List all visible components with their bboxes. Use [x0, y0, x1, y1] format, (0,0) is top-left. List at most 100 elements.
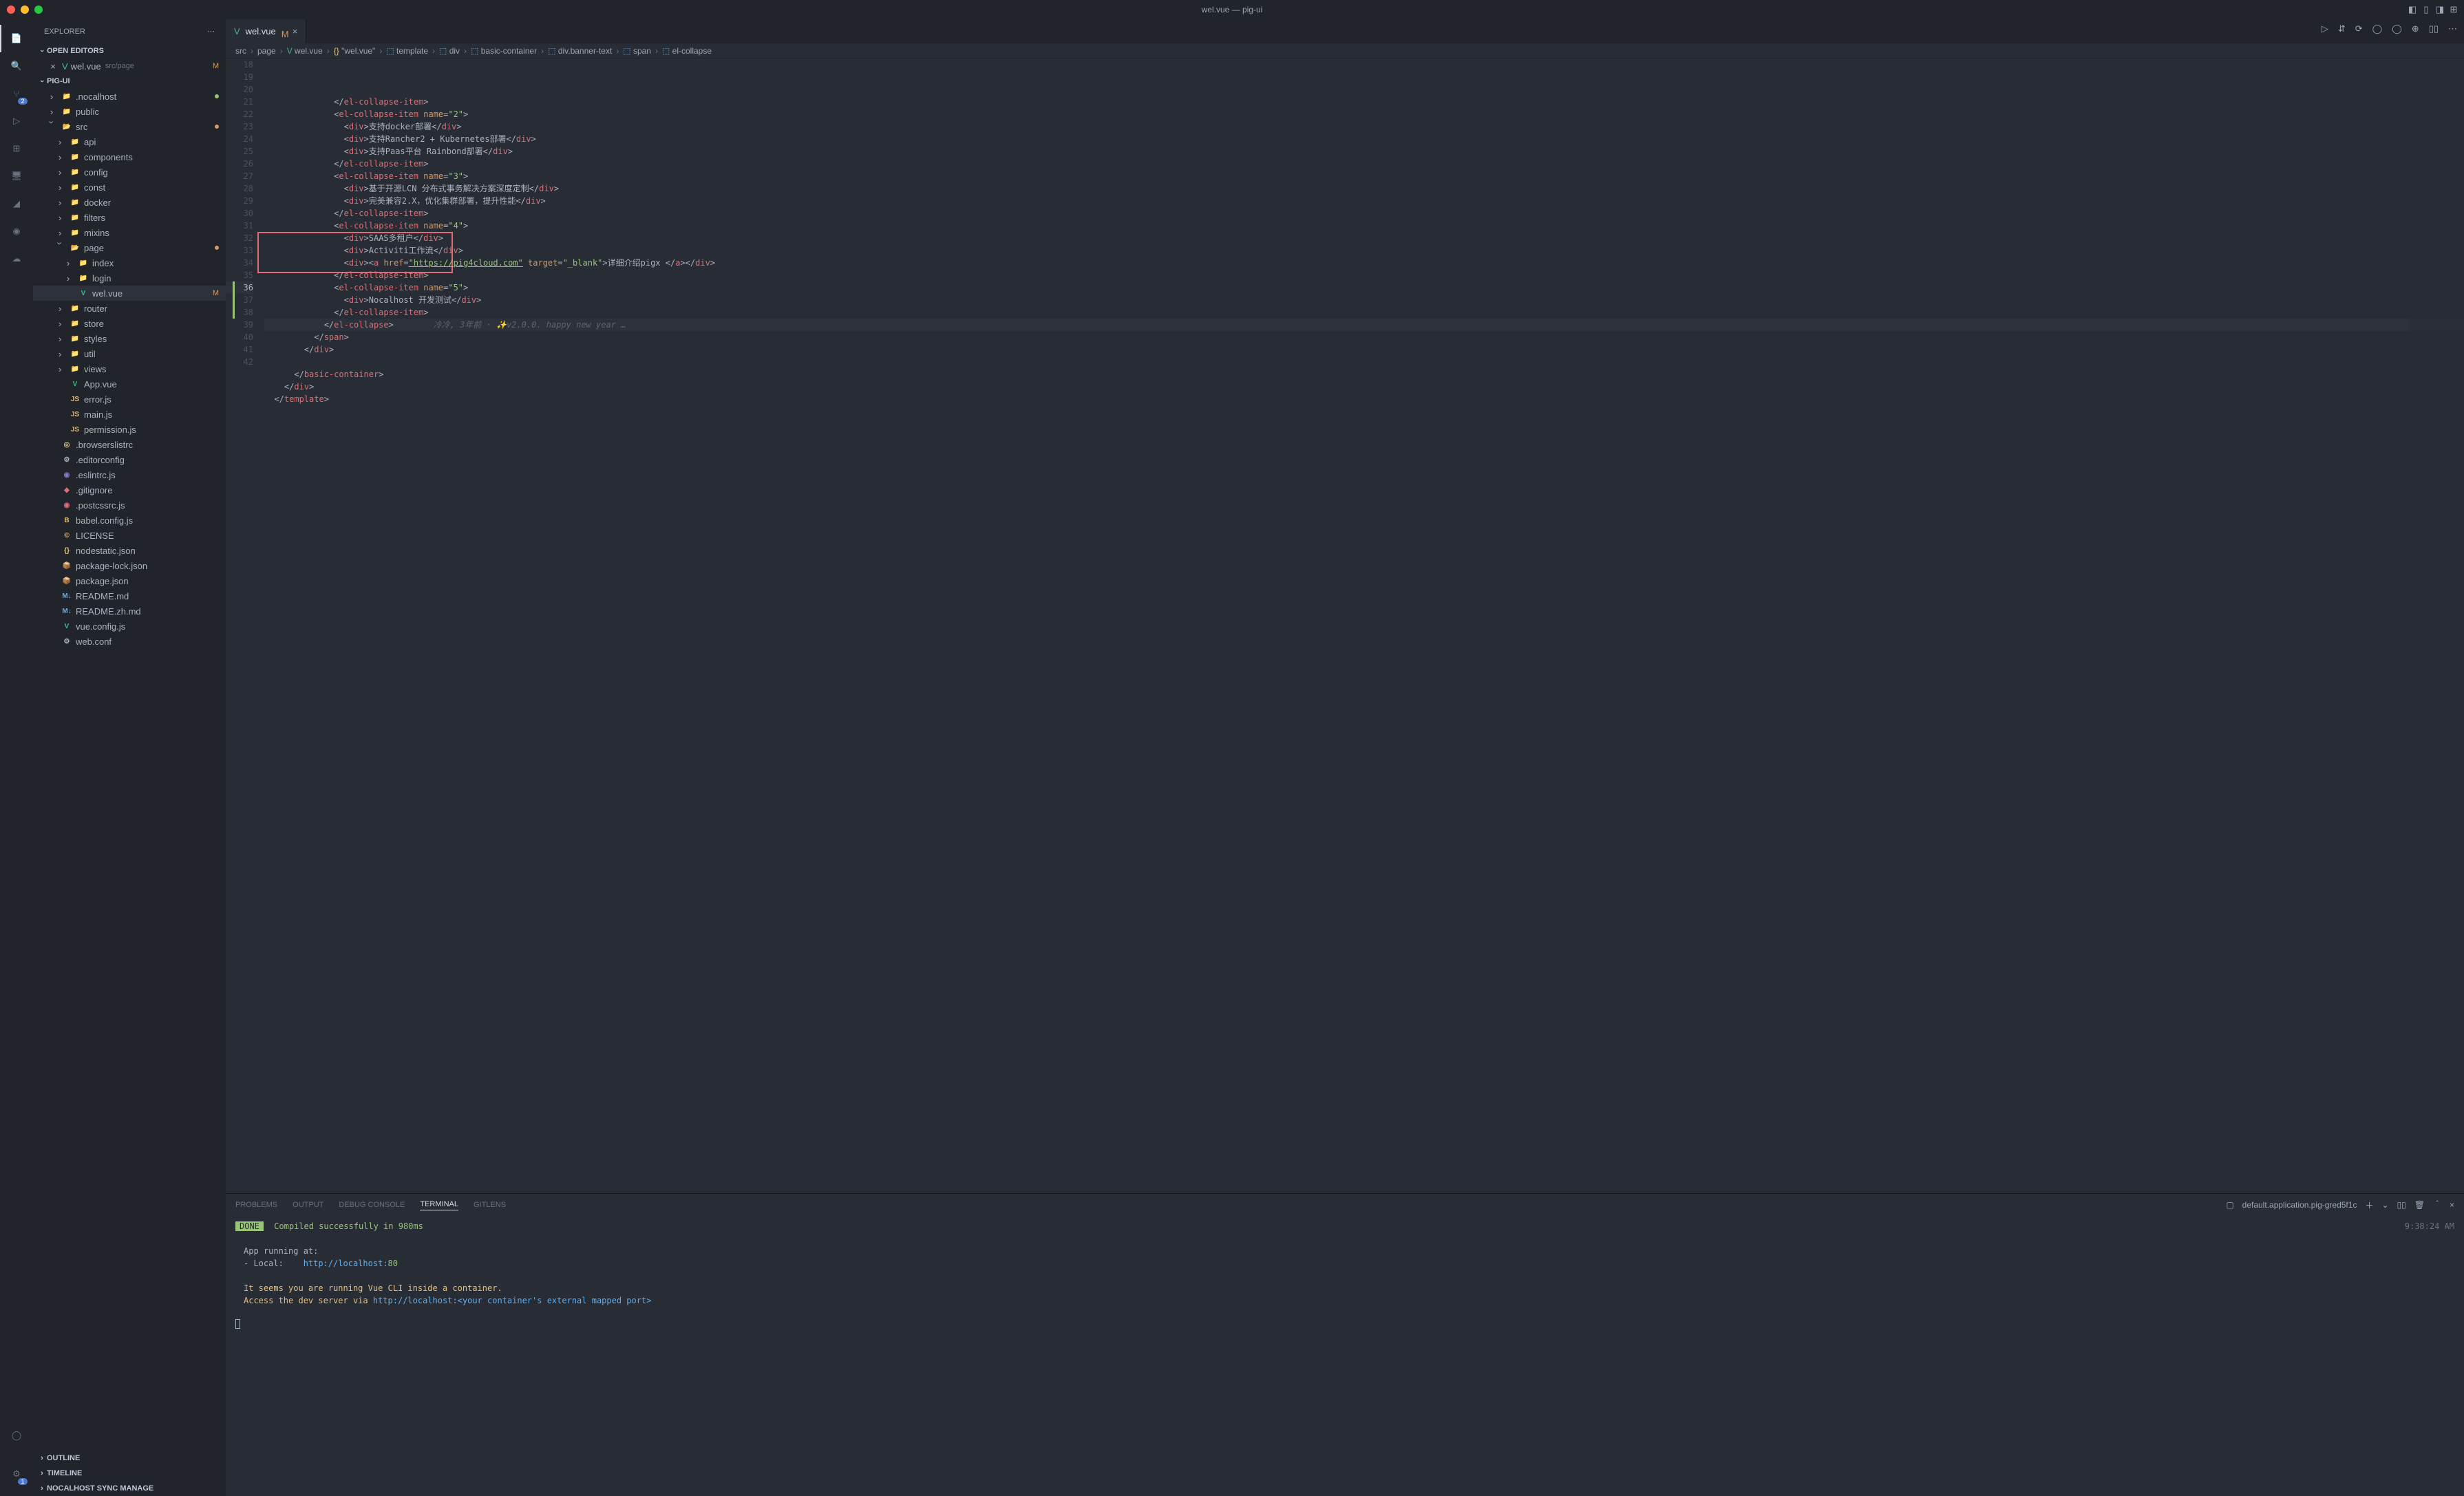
- tree-item[interactable]: JSerror.js: [33, 392, 226, 407]
- close-icon[interactable]: ×: [47, 61, 59, 72]
- minimize-window-button[interactable]: [21, 6, 29, 14]
- panel-bottom-icon[interactable]: ▯: [2421, 5, 2431, 14]
- tree-item[interactable]: ©LICENSE: [33, 528, 226, 543]
- close-panel-icon[interactable]: ×: [2450, 1200, 2454, 1210]
- extensions-icon[interactable]: ⊞: [0, 135, 33, 162]
- open-changes-icon[interactable]: ◯: [2392, 23, 2402, 34]
- panel-tab-terminal[interactable]: TERMINAL: [420, 1200, 458, 1210]
- breadcrumb-item[interactable]: page: [257, 46, 276, 56]
- breadcrumb-item[interactable]: ⬚ span: [623, 46, 651, 56]
- tree-item[interactable]: ›📁config: [33, 164, 226, 180]
- tree-item[interactable]: ›📁views: [33, 361, 226, 376]
- code-editor[interactable]: 1819202122232425262728293031323334353637…: [226, 58, 2464, 1193]
- tree-item[interactable]: ›📂src: [33, 119, 226, 134]
- split-down-icon[interactable]: ⇵: [2338, 23, 2346, 34]
- minimap[interactable]: [2409, 58, 2464, 1193]
- tree-item[interactable]: ›📁filters: [33, 210, 226, 225]
- tree-item[interactable]: ›📁const: [33, 180, 226, 195]
- toggle-icon[interactable]: ⊕: [2412, 23, 2419, 34]
- terminal-content[interactable]: DONE Compiled successfully in 980ms 9:38…: [226, 1216, 2464, 1496]
- outline-section[interactable]: OUTLINE: [33, 1451, 226, 1466]
- project-section[interactable]: PIG-UI: [33, 74, 226, 89]
- tree-item[interactable]: M↓README.zh.md: [33, 603, 226, 619]
- tab-wel-vue[interactable]: V wel.vue M ×: [226, 19, 306, 43]
- cloud-icon[interactable]: ☁: [0, 245, 33, 273]
- breadcrumb-item[interactable]: {} "wel.vue": [334, 46, 376, 56]
- tree-item[interactable]: Vwel.vueM: [33, 286, 226, 301]
- layout-icon[interactable]: ⊞: [2449, 5, 2458, 14]
- settings-gear-icon[interactable]: ⚙1: [0, 1460, 33, 1488]
- panel-tab-gitlens[interactable]: GITLENS: [474, 1201, 506, 1209]
- breadcrumb-item[interactable]: ⬚ div.banner-text: [548, 46, 612, 56]
- tree-item[interactable]: ›📁styles: [33, 331, 226, 346]
- breadcrumbs[interactable]: src›page›V wel.vue›{} "wel.vue"›⬚ templa…: [226, 43, 2464, 58]
- tree-item[interactable]: ›📁store: [33, 316, 226, 331]
- accounts-icon[interactable]: ◯: [0, 1422, 33, 1449]
- breadcrumb-item[interactable]: ⬚ div: [439, 46, 460, 56]
- tree-item[interactable]: ›📁index: [33, 255, 226, 270]
- tree-item[interactable]: ›📁.nocalhost: [33, 89, 226, 104]
- split-terminal-icon[interactable]: ▯▯: [2397, 1200, 2406, 1210]
- breadcrumb-item[interactable]: src: [235, 46, 246, 56]
- maximize-window-button[interactable]: [34, 6, 43, 14]
- breadcrumb-item[interactable]: V wel.vue: [287, 46, 323, 56]
- tree-item[interactable]: ›📁components: [33, 149, 226, 164]
- open-editors-section[interactable]: OPEN EDITORS: [33, 43, 226, 58]
- split-editor-icon[interactable]: ▯▯: [2429, 23, 2439, 34]
- tree-item[interactable]: ›📁docker: [33, 195, 226, 210]
- tree-item[interactable]: ⚙.editorconfig: [33, 452, 226, 467]
- tree-item[interactable]: ›📁mixins: [33, 225, 226, 240]
- tree-item[interactable]: ›📁util: [33, 346, 226, 361]
- open-editor-item[interactable]: ×Vwel.vuesrc/pageM: [33, 58, 226, 74]
- tree-item[interactable]: JSpermission.js: [33, 422, 226, 437]
- tree-item[interactable]: JSmain.js: [33, 407, 226, 422]
- nocalhost-sync-section[interactable]: NOCALHOST SYNC MANAGE: [33, 1481, 226, 1496]
- tree-item[interactable]: ◉.eslintrc.js: [33, 467, 226, 482]
- tree-item[interactable]: ◎.browserslistrc: [33, 437, 226, 452]
- source-control-icon[interactable]: ⑂2: [0, 80, 33, 107]
- docker-icon[interactable]: ◢: [0, 190, 33, 217]
- tree-item[interactable]: ⚙web.conf: [33, 634, 226, 649]
- panel-tab-problems[interactable]: PROBLEMS: [235, 1201, 277, 1209]
- explorer-more-icon[interactable]: ⋯: [207, 27, 215, 36]
- breadcrumb-item[interactable]: ⬚ template: [386, 46, 428, 56]
- local-url[interactable]: http://localhost:: [304, 1259, 388, 1268]
- panel-right-icon[interactable]: ◨: [2435, 5, 2445, 14]
- breadcrumb-item[interactable]: ⬚ basic-container: [471, 46, 537, 56]
- diff-icon[interactable]: ◯: [2372, 23, 2383, 34]
- kill-terminal-icon[interactable]: 🗑: [2414, 1200, 2425, 1210]
- breadcrumb-item[interactable]: ⬚ el-collapse: [662, 46, 712, 56]
- tree-item[interactable]: ›📂page: [33, 240, 226, 255]
- tab-close-icon[interactable]: ×: [293, 26, 298, 36]
- maximize-panel-icon[interactable]: ＾: [2433, 1199, 2441, 1211]
- search-icon[interactable]: 🔍: [0, 52, 33, 80]
- nocalhost-icon[interactable]: ◉: [0, 217, 33, 245]
- terminal-dropdown-icon[interactable]: ⌄: [2381, 1200, 2388, 1210]
- tree-item[interactable]: VApp.vue: [33, 376, 226, 392]
- tree-item[interactable]: 📦package.json: [33, 573, 226, 588]
- panel-tab-debug-console[interactable]: DEBUG CONSOLE: [339, 1201, 405, 1209]
- new-terminal-icon[interactable]: ＋: [2365, 1199, 2373, 1211]
- more-actions-icon[interactable]: ⋯: [2448, 23, 2457, 34]
- explorer-icon[interactable]: 📄: [0, 25, 33, 52]
- tree-item[interactable]: Bbabel.config.js: [33, 513, 226, 528]
- timeline-section[interactable]: TIMELINE: [33, 1466, 226, 1481]
- remote-explorer-icon[interactable]: 🖥: [0, 162, 33, 190]
- tree-item[interactable]: {}nodestatic.json: [33, 543, 226, 558]
- tree-item[interactable]: Vvue.config.js: [33, 619, 226, 634]
- panel-left-icon[interactable]: ◧: [2408, 5, 2417, 14]
- tree-item[interactable]: M↓README.md: [33, 588, 226, 603]
- run-debug-icon[interactable]: ▷: [0, 107, 33, 135]
- tree-item[interactable]: ◆.gitignore: [33, 482, 226, 498]
- terminal-selector[interactable]: default.application.pig-gred5f1c: [2242, 1200, 2357, 1210]
- close-window-button[interactable]: [7, 6, 15, 14]
- tree-item[interactable]: ◉.postcssrc.js: [33, 498, 226, 513]
- panel-tab-output[interactable]: OUTPUT: [293, 1201, 323, 1209]
- tree-item[interactable]: ›📁router: [33, 301, 226, 316]
- run-icon[interactable]: ▷: [2322, 23, 2328, 34]
- compare-icon[interactable]: ⟳: [2355, 23, 2363, 34]
- tree-item[interactable]: ›📁api: [33, 134, 226, 149]
- tree-item[interactable]: ›📁login: [33, 270, 226, 286]
- tree-item[interactable]: 📦package-lock.json: [33, 558, 226, 573]
- tree-item[interactable]: ›📁public: [33, 104, 226, 119]
